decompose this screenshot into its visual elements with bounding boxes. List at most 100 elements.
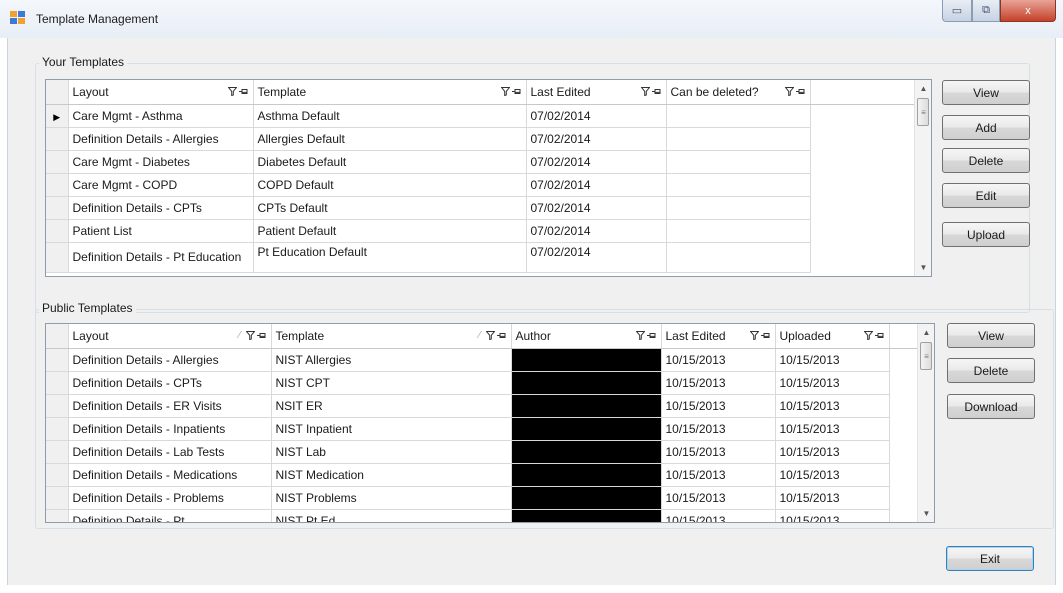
cell-template[interactable]: NIST Allergies [271,348,512,372]
cell-template[interactable]: NIST Inpatient [271,417,512,441]
table-row[interactable]: Definition Details - Pt Education Pt Edu… [46,242,914,273]
cell-layout[interactable]: Definition Details - ER Visits [68,394,272,418]
cell-last-edited[interactable]: 07/02/2014 [526,219,667,243]
filter-icon[interactable] [640,87,650,97]
row-selector[interactable] [46,417,69,441]
cell-last-edited[interactable]: 10/15/2013 [661,509,776,522]
cell-last-edited[interactable]: 07/02/2014 [526,150,667,174]
row-selector[interactable] [46,173,69,197]
delete-template-button[interactable]: Delete [942,148,1030,173]
table-row[interactable]: Care Mgmt - Diabetes Diabetes Default 07… [46,150,914,174]
row-selector[interactable] [46,394,69,418]
scroll-thumb[interactable]: ≡ [920,342,932,370]
cell-layout[interactable]: Definition Details - Pt [68,509,272,522]
filter-icon[interactable] [784,87,794,97]
cell-uploaded[interactable]: 10/15/2013 [775,440,890,464]
cell-uploaded[interactable]: 10/15/2013 [775,348,890,372]
cell-template[interactable]: CPTs Default [253,196,527,220]
column-header-template[interactable]: Template [253,80,527,105]
view-public-template-button[interactable]: View [947,323,1035,348]
column-header-author[interactable]: Author [511,324,662,349]
pin-icon[interactable] [238,87,249,96]
pin-icon[interactable] [651,87,662,96]
column-header-layout[interactable]: Layout [68,80,254,105]
row-selector[interactable] [46,348,69,372]
row-selector[interactable] [46,486,69,510]
delete-public-template-button[interactable]: Delete [947,358,1035,383]
cell-last-edited[interactable]: 10/15/2013 [661,348,776,372]
pin-icon[interactable] [511,87,522,96]
cell-can-be-deleted[interactable] [666,242,811,273]
filter-icon[interactable] [863,331,873,341]
minimize-button[interactable]: ▭ [942,0,972,22]
cell-layout[interactable]: Definition Details - Inpatients [68,417,272,441]
column-header-last-edited[interactable]: Last Edited [661,324,776,349]
row-selector[interactable] [46,440,69,464]
cell-template[interactable]: Asthma Default [253,104,527,128]
filter-icon[interactable] [749,331,759,341]
table-row[interactable]: Definition Details - CPTs NIST CPT 10/15… [46,371,919,395]
cell-last-edited[interactable]: 10/15/2013 [661,486,776,510]
cell-template[interactable]: Pt Education Default [253,242,527,273]
cell-last-edited[interactable]: 07/02/2014 [526,127,667,151]
cell-layout[interactable]: Care Mgmt - Diabetes [68,150,254,174]
filter-icon[interactable] [500,87,510,97]
cell-layout[interactable]: Patient List [68,219,254,243]
cell-last-edited[interactable]: 10/15/2013 [661,440,776,464]
row-selector[interactable] [46,463,69,487]
filter-icon[interactable] [227,87,237,97]
pin-icon[interactable] [795,87,806,96]
pin-icon[interactable] [646,331,657,340]
scroll-up-icon[interactable]: ▲ [918,324,934,341]
upload-template-button[interactable]: Upload [942,222,1030,247]
table-row[interactable]: Patient List Patient Default 07/02/2014 [46,219,914,243]
your-templates-grid[interactable]: Layout Template Last Edited Can be delet… [45,79,932,277]
edit-template-button[interactable]: Edit [942,183,1030,208]
cell-last-edited[interactable]: 07/02/2014 [526,104,667,128]
table-row[interactable]: Definition Details - Allergies Allergies… [46,127,914,151]
cell-template[interactable]: NIST Lab [271,440,512,464]
row-selector[interactable] [46,150,69,174]
filter-icon[interactable] [635,331,645,341]
cell-layout[interactable]: Definition Details - Problems [68,486,272,510]
cell-layout[interactable]: Definition Details - Allergies [68,348,272,372]
cell-last-edited[interactable]: 10/15/2013 [661,463,776,487]
column-header-layout[interactable]: Layout ⁄ [68,324,272,349]
table-row[interactable]: Definition Details - Inpatients NIST Inp… [46,417,919,441]
table-row[interactable]: Definition Details - CPTs CPTs Default 0… [46,196,914,220]
cell-can-be-deleted[interactable] [666,127,811,151]
pin-icon[interactable] [256,331,267,340]
cell-template[interactable]: NIST Medication [271,463,512,487]
column-header-last-edited[interactable]: Last Edited [526,80,667,105]
row-selector[interactable] [46,196,69,220]
public-templates-scrollbar[interactable]: ▲ ≡ ▼ [917,324,934,522]
cell-layout[interactable]: Definition Details - CPTs [68,196,254,220]
cell-last-edited[interactable]: 07/02/2014 [526,173,667,197]
download-template-button[interactable]: Download [947,394,1035,419]
column-header-can-be-deleted[interactable]: Can be deleted? [666,80,811,105]
cell-layout[interactable]: Definition Details - Pt Education [68,242,254,273]
row-selector[interactable]: ▶ [46,104,69,128]
cell-can-be-deleted[interactable] [666,104,811,128]
cell-can-be-deleted[interactable] [666,173,811,197]
cell-uploaded[interactable]: 10/15/2013 [775,486,890,510]
cell-last-edited[interactable]: 10/15/2013 [661,371,776,395]
table-row[interactable]: ▶ Care Mgmt - Asthma Asthma Default 07/0… [46,104,914,128]
table-row[interactable]: Definition Details - Allergies NIST Alle… [46,348,919,372]
cell-template[interactable]: Patient Default [253,219,527,243]
scroll-down-icon[interactable]: ▼ [915,259,931,276]
table-row[interactable]: Definition Details - ER Visits NSIT ER 1… [46,394,919,418]
cell-can-be-deleted[interactable] [666,219,811,243]
table-row[interactable]: Care Mgmt - COPD COPD Default 07/02/2014 [46,173,914,197]
cell-template[interactable]: COPD Default [253,173,527,197]
cell-uploaded[interactable]: 10/15/2013 [775,463,890,487]
cell-layout[interactable]: Definition Details - Lab Tests [68,440,272,464]
row-selector[interactable] [46,242,69,273]
cell-uploaded[interactable]: 10/15/2013 [775,371,890,395]
cell-last-edited[interactable]: 10/15/2013 [661,417,776,441]
table-row[interactable]: Definition Details - Medications NIST Me… [46,463,919,487]
view-template-button[interactable]: View [942,80,1030,105]
scroll-up-icon[interactable]: ▲ [915,80,931,97]
filter-icon[interactable] [245,331,255,341]
maximize-button[interactable]: ⧉ [972,0,1000,22]
